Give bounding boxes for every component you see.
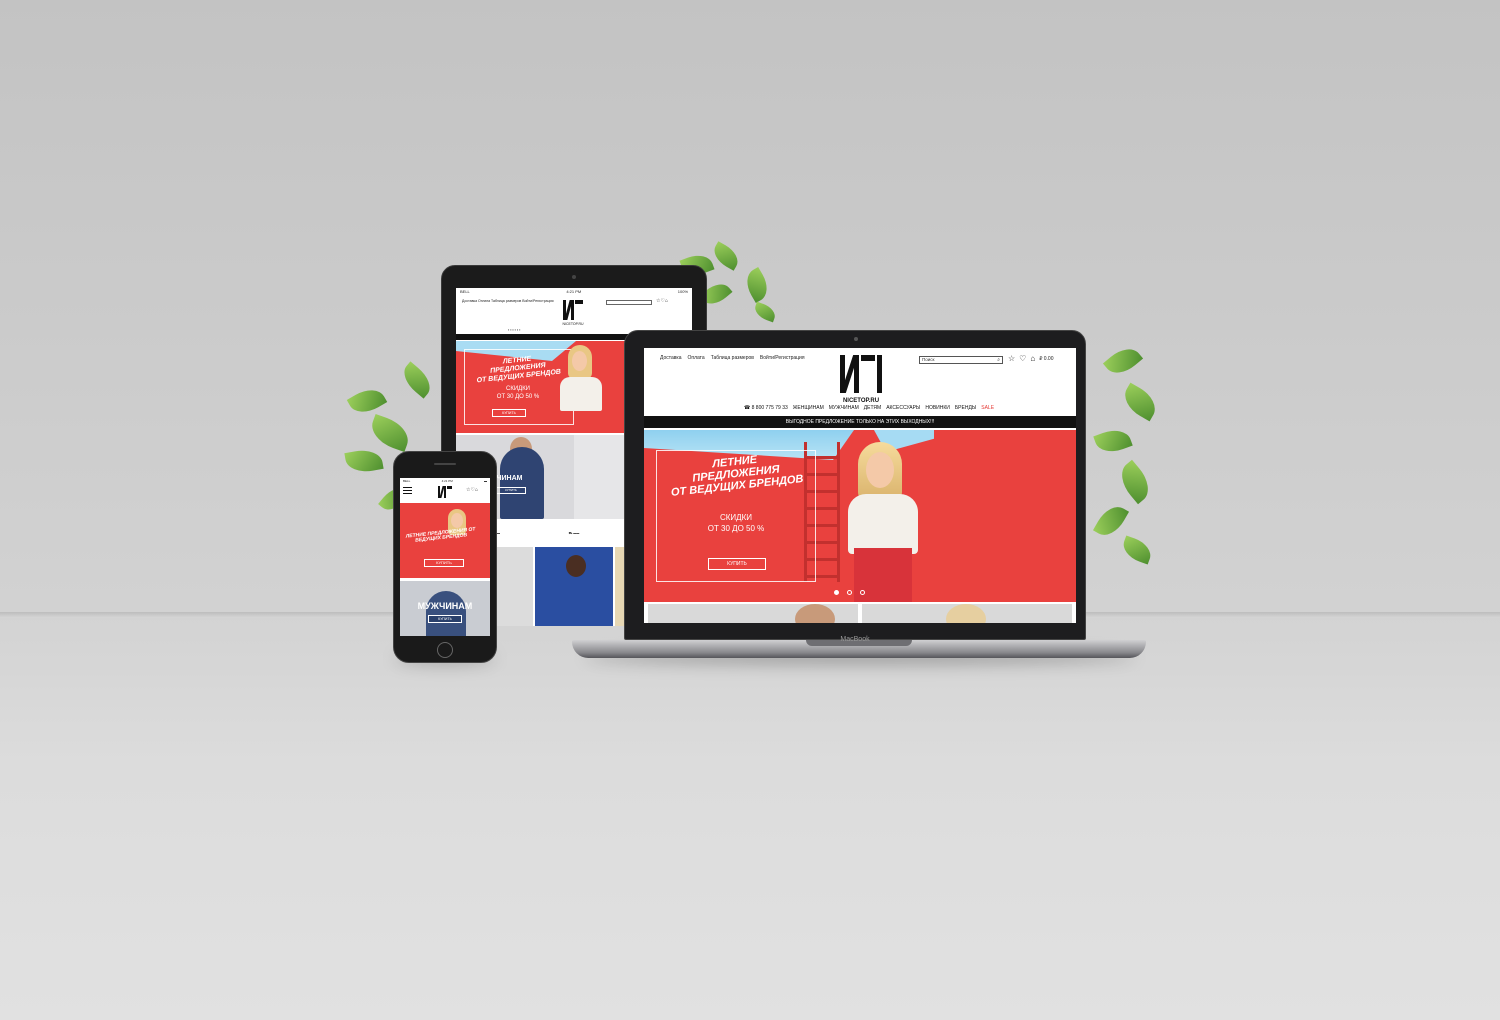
hero-discount-line2: ОТ 30 ДО 50 %	[707, 524, 765, 533]
laptop-screen: Доставка Оплата Таблица размеров Войти/Р…	[644, 348, 1076, 623]
header-link-size-table[interactable]: Таблица размеров	[711, 355, 754, 361]
site-logo[interactable]	[840, 355, 882, 395]
nav-item-men[interactable]: МУЖЧИНАМ	[829, 405, 859, 411]
category-tile-men[interactable]	[648, 604, 858, 623]
laptop-camera	[854, 337, 858, 341]
hero-banner[interactable]: ЛЕТНИЕ ПРЕДЛОЖЕНИЯ ОТ ВЕДУЩИХ БРЕНДОВ СК…	[644, 430, 1076, 602]
carousel-dots	[834, 590, 865, 595]
phone-home-button[interactable]	[437, 642, 453, 658]
phone-carrier: BELL	[403, 479, 411, 483]
tablet-logo[interactable]	[562, 300, 584, 322]
phone-screen: BELL 4:21 PM ▬ ☆♡⌂ ЛЕТНИЕ ПРЕДЛОЖЕНИЯ ОТ…	[400, 478, 490, 636]
phone-logo[interactable]	[438, 486, 452, 499]
phone-hero-title: ЛЕТНИЕ ПРЕДЛОЖЕНИЯ ОТ ВЕДУЩИХ БРЕНДОВ	[405, 526, 476, 544]
phone-battery: ▬	[484, 479, 487, 483]
site-header: Доставка Оплата Таблица размеров Войти/Р…	[644, 348, 1076, 416]
phone-hero-buy-button[interactable]: КУПИТЬ	[424, 559, 464, 567]
tablet-hero-discount: СКИДКИ ОТ 30 ДО 50 %	[468, 385, 568, 401]
phone-status-bar: BELL 4:21 PM ▬	[400, 478, 490, 484]
tablet-header-links[interactable]: Доставка Оплата Таблица размеров Войти/Р…	[462, 299, 553, 303]
carousel-dot-2[interactable]	[847, 590, 852, 595]
tablet-hero-buy-button[interactable]: КУПИТЬ	[492, 409, 526, 417]
cart-price[interactable]: ₽ 0.00	[1039, 356, 1053, 362]
tablet-header-icons[interactable]: ☆♡⌂	[656, 298, 668, 304]
hero-buy-button[interactable]: КУПИТЬ	[708, 558, 766, 570]
tablet-men-buy-button[interactable]: КУПИТЬ	[496, 487, 526, 494]
star-icon[interactable]: ☆	[1008, 354, 1015, 363]
phone-number-text: 8 800 775 79 33	[751, 405, 788, 411]
tablet-time: 4:21 PM	[566, 289, 582, 294]
tablet-camera	[572, 275, 576, 279]
category-tile-women-model	[946, 604, 986, 623]
search-input[interactable]: Поиск ⌕	[919, 356, 1003, 364]
phone-hero-model-face	[451, 513, 463, 528]
search-placeholder: Поиск	[922, 357, 935, 362]
phone-hero-banner[interactable]: ЛЕТНИЕ ПРЕДЛОЖЕНИЯ ОТ ВЕДУЩИХ БРЕНДОВ КУ…	[400, 503, 490, 578]
phone-time: 4:21 PM	[441, 479, 453, 483]
tablet-hero-discount-line2: ОТ 30 ДО 50 %	[496, 394, 540, 400]
main-nav: ☎ 8 800 775 79 33 ЖЕНЩИНАМ МУЖЧИНАМ ДЕТЯ…	[744, 405, 994, 411]
header-icons: ☆ ♡ ⌂ ₽ 0.00	[1008, 354, 1054, 363]
nav-item-kids[interactable]: ДЕТЯМ	[864, 405, 881, 411]
hero-model	[844, 436, 928, 602]
nav-item-brands[interactable]: БРЕНДЫ	[955, 405, 976, 411]
category-tile-men-model	[795, 604, 835, 623]
tablet-status-bar: BELL 4:21 PM 100%	[456, 288, 692, 296]
nav-item-women[interactable]: ЖЕНЩИНАМ	[793, 405, 824, 411]
carousel-dot-1[interactable]	[834, 590, 839, 595]
category-tile-women[interactable]	[862, 604, 1072, 623]
header-links: Доставка Оплата Таблица размеров Войти/Р…	[660, 355, 805, 361]
phone-men-tile[interactable]: МУЖЧИНАМ КУПИТЬ	[400, 581, 490, 636]
tablet-carrier: BELL	[460, 289, 470, 294]
phone-men-label: МУЖЧИНАМ	[417, 601, 473, 611]
tablet-product-model-head	[566, 555, 587, 577]
tablet-logo-text: NICETOP.RU	[562, 322, 584, 326]
header-link-login[interactable]: Войти/Регистрация	[760, 355, 805, 361]
hamburger-icon[interactable]	[403, 487, 412, 494]
tablet-hero-model-face	[572, 351, 587, 371]
tablet-hero-discount-line1: СКИДКИ	[505, 386, 530, 392]
nav-item-sale[interactable]: SALE	[981, 405, 994, 411]
hero-model-shirt	[848, 494, 918, 554]
header-link-payment[interactable]: Оплата	[687, 355, 704, 361]
laptop-brand-label: MacBook	[840, 636, 870, 643]
tablet-search-input[interactable]	[606, 300, 652, 305]
phone-speaker	[434, 463, 456, 465]
carousel-dot-3[interactable]	[860, 590, 865, 595]
heart-icon[interactable]: ♡	[1019, 354, 1026, 363]
header-link-delivery[interactable]: Доставка	[660, 355, 681, 361]
phone-header-icons[interactable]: ☆♡⌂	[466, 487, 478, 493]
promo-bar: ВЫГОДНОЕ ПРЕДЛОЖЕНИЕ ТОЛЬКО НА ЭТИХ ВЫХО…	[644, 416, 1076, 428]
hero-model-face	[866, 452, 894, 488]
phone-men-buy-button[interactable]: КУПИТЬ	[428, 615, 462, 623]
plant-right	[1086, 340, 1166, 570]
nav-item-new[interactable]: НОВИНКИ	[925, 405, 950, 411]
hero-discount-line1: СКИДКИ	[719, 513, 752, 522]
site-logo-text: NICETOP.RU	[842, 398, 880, 404]
nav-item-accessories[interactable]: АКСЕССУАРЫ	[886, 405, 920, 411]
hero-discount: СКИДКИ ОТ 30 ДО 50 %	[666, 512, 806, 534]
tablet-nav[interactable]: ▪ ▪ ▪ ▪ ▪ ▪	[508, 328, 520, 332]
phone-men-model	[426, 591, 466, 636]
tablet-battery: 100%	[677, 289, 688, 294]
tablet-product-tile-2[interactable]	[535, 547, 613, 626]
phone-number[interactable]: ☎ 8 800 775 79 33	[744, 405, 788, 411]
bag-icon[interactable]: ⌂	[1030, 354, 1035, 363]
category-tiles	[648, 604, 1072, 623]
search-icon[interactable]: ⌕	[997, 357, 1000, 363]
tablet-men-model	[500, 447, 544, 519]
truck-icon: ⛟ ▬▬	[568, 530, 580, 535]
